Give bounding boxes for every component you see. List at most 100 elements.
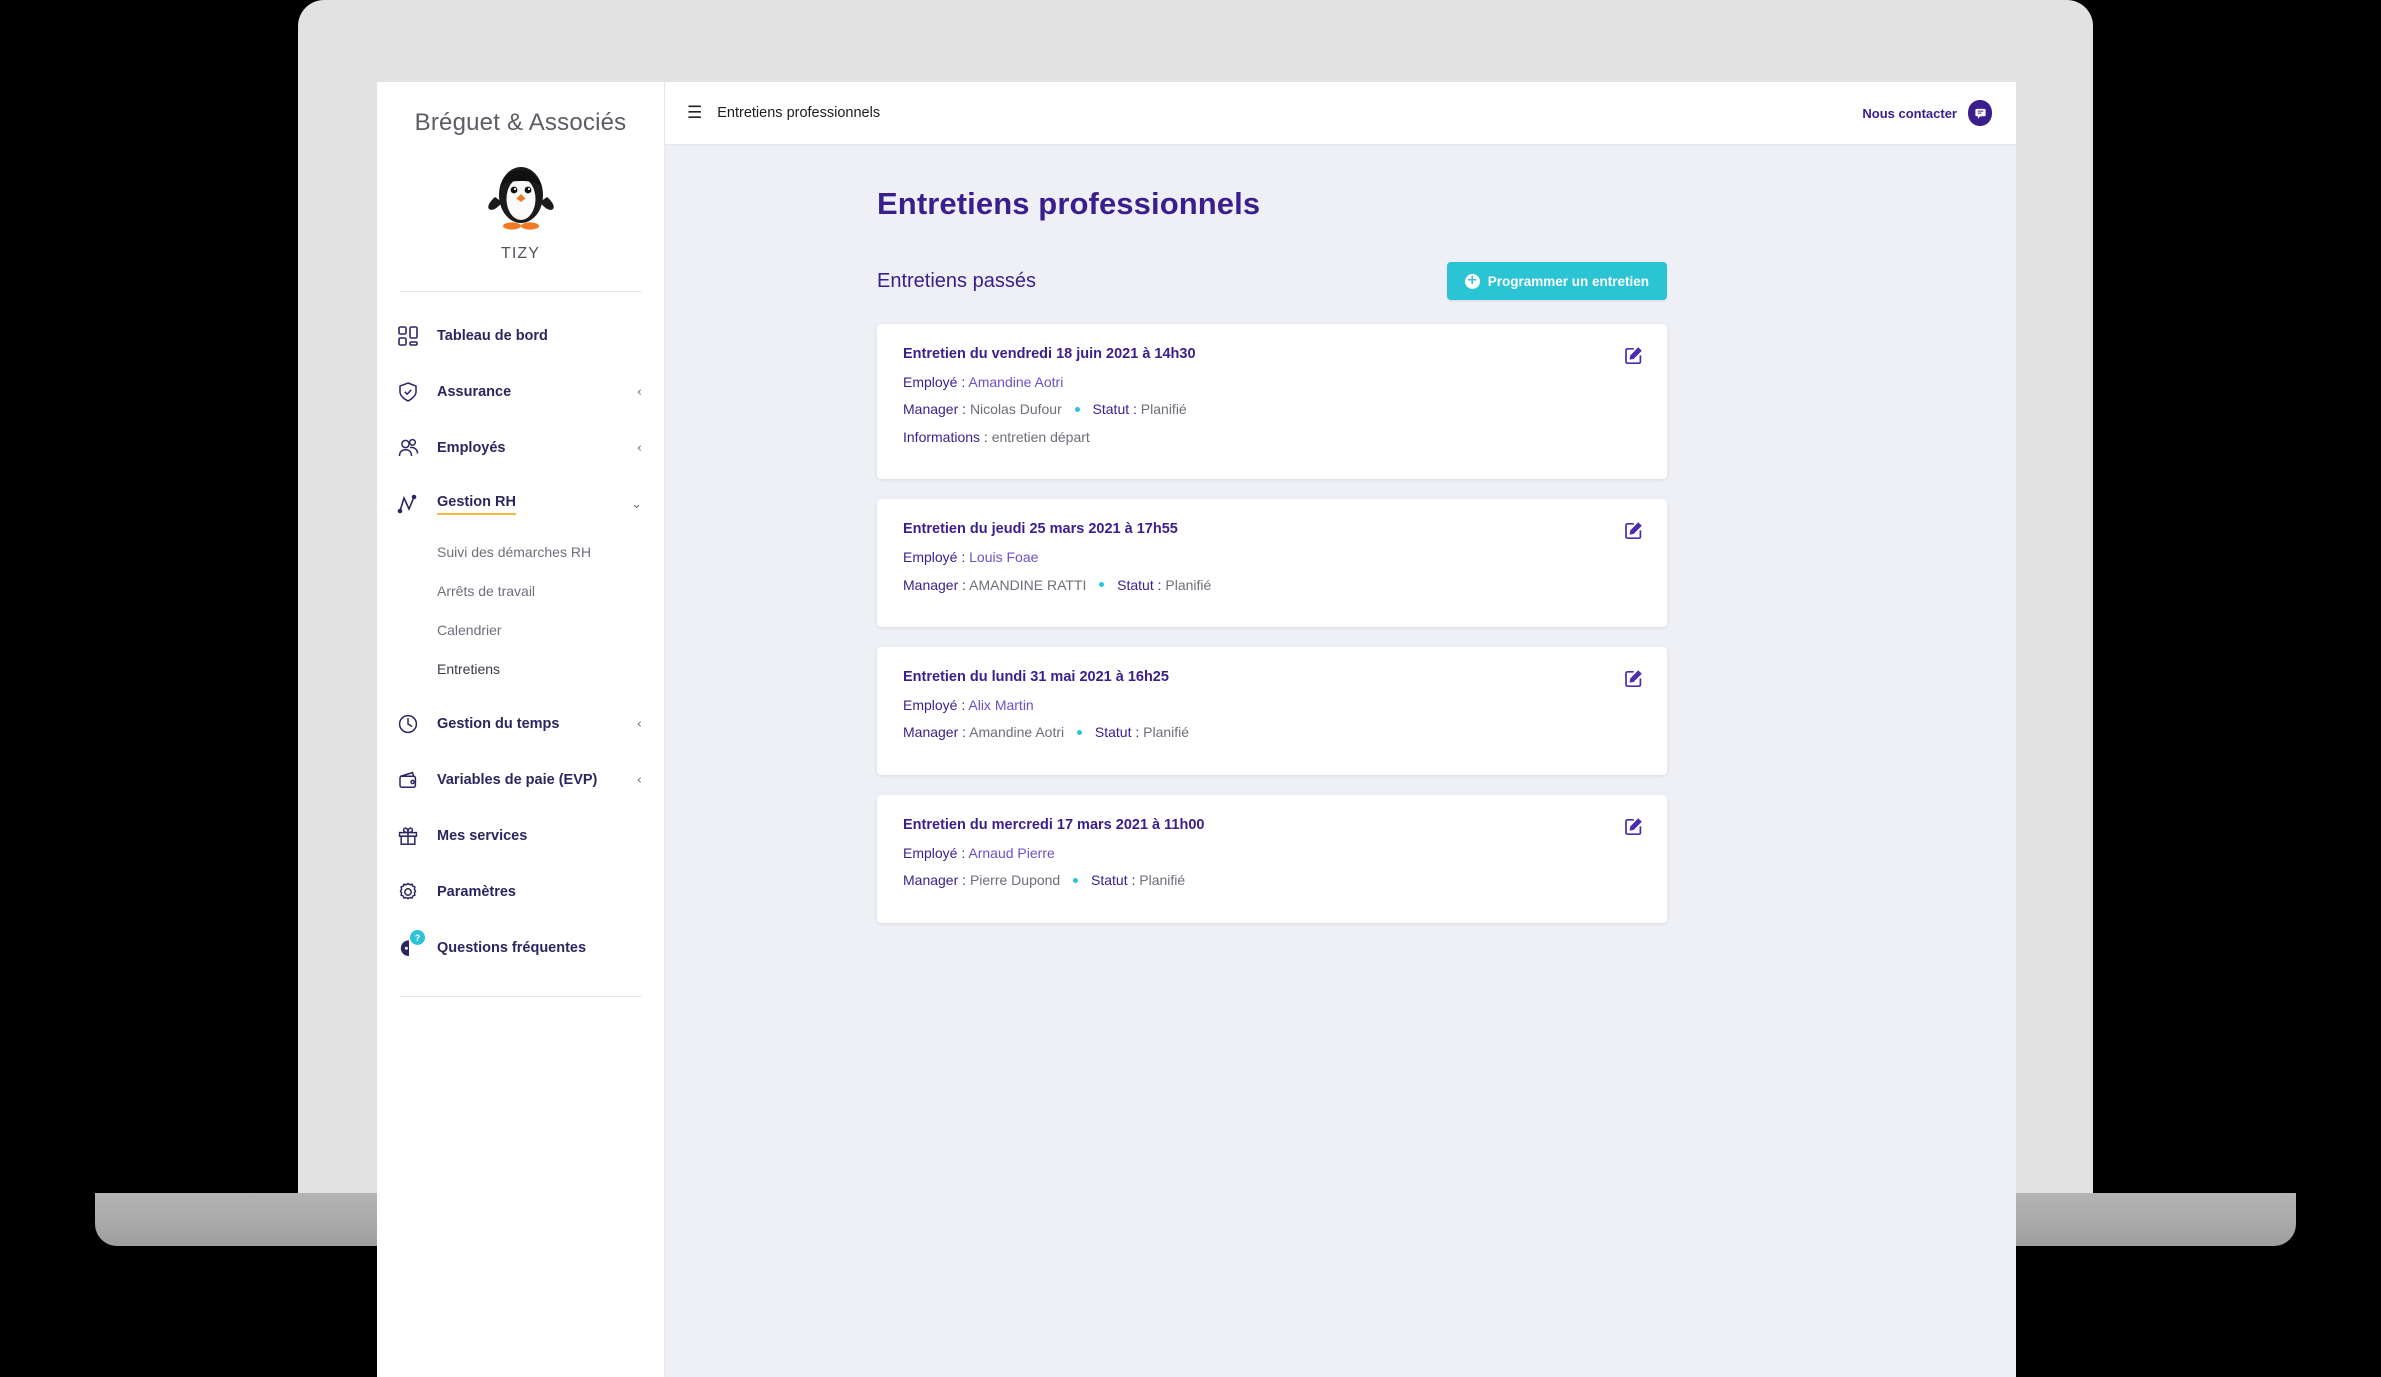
interview-card-employee-row: Employé : Amandine Aotri (903, 374, 1641, 390)
sidebar-item-label: Gestion RH (437, 494, 516, 515)
interview-card[interactable]: Entretien du lundi 31 mai 2021 à 16h25 E… (877, 646, 1667, 775)
page-title: Entretiens professionnels (877, 186, 1261, 221)
interview-card-employee-row: Employé : Louis Foae (903, 549, 1641, 566)
status-value: Planifié (1165, 576, 1212, 593)
employee-name[interactable]: Amandine Aotri (968, 374, 1063, 390)
info-label: Informations : (903, 428, 988, 445)
sidebar-divider (399, 291, 642, 292)
sidebar-nav: Tableau de bord Assurance ‹ Employés ‹ G… (377, 308, 664, 997)
separator-dot (1077, 730, 1083, 736)
brand-title: Bréguet & Associés (414, 109, 627, 136)
separator-dot (1073, 877, 1079, 883)
shield-check-icon (395, 379, 421, 405)
manager-label: Manager : (903, 724, 967, 741)
schedule-interview-button[interactable]: + Programmer un entretien (1446, 262, 1667, 300)
chevron-left-icon[interactable]: ‹ (637, 386, 642, 399)
penguin-logo-icon (487, 167, 554, 230)
edit-pencil-icon[interactable] (1623, 667, 1645, 689)
wallet-icon (395, 767, 421, 793)
sidebar-item-gestion-du-temps[interactable]: Gestion du temps ‹ (377, 696, 664, 752)
hamburger-menu-icon[interactable]: ☰ (687, 104, 702, 122)
status-label: Statut : (1092, 401, 1137, 418)
status-label: Statut : (1094, 724, 1140, 741)
manager-label: Manager : (903, 401, 967, 418)
interview-card-title: Entretien du lundi 31 mai 2021 à 16h25 (903, 668, 1169, 685)
employee-name[interactable]: Alix Martin (968, 697, 1033, 713)
sidebar-divider-bottom (399, 996, 642, 997)
sidebar-item-tableau-de-bord[interactable]: Tableau de bord (377, 308, 664, 364)
interview-card-manager-row: Manager : Amandine Aotri Statut : Planif… (903, 725, 1641, 740)
status-label: Statut : (1117, 576, 1162, 593)
sidebar-item-variables-de-paie[interactable]: Variables de paie (EVP) ‹ (377, 752, 664, 808)
interview-card-manager-row: Manager : AMANDINE RATTI Statut : Planif… (903, 576, 1641, 593)
topbar: ☰ Entretiens professionnels Nous contact… (665, 82, 2016, 144)
sidebar-item-assurance[interactable]: Assurance ‹ (377, 364, 664, 420)
sidebar-item-label: Assurance (437, 384, 512, 400)
contact-us-button[interactable]: Nous contacter (1862, 100, 1992, 126)
chat-bubble-icon (1968, 100, 1992, 126)
sidebar-item-mes-services[interactable]: Mes services (377, 808, 664, 864)
gear-icon (395, 879, 421, 905)
edit-pencil-icon[interactable] (1623, 344, 1645, 366)
notification-badge: ? (410, 930, 425, 945)
interview-card-title: Entretien du vendredi 18 juin 2021 à 14h… (903, 346, 1196, 362)
edit-pencil-icon[interactable] (1623, 815, 1645, 837)
employee-name[interactable]: Arnaud Pierre (968, 845, 1054, 861)
separator-dot (1074, 407, 1080, 413)
sidebar-item-label: Tableau de bord (437, 328, 548, 344)
interview-card[interactable]: Entretien du jeudi 25 mars 2021 à 17h55 … (877, 499, 1667, 627)
chevron-down-icon[interactable]: ⌄ (631, 498, 642, 511)
interview-card[interactable]: Entretien du mercredi 17 mars 2021 à 11h… (877, 794, 1667, 923)
separator-dot (1099, 582, 1105, 588)
employee-name[interactable]: Louis Foae (969, 549, 1038, 565)
gift-icon (395, 823, 421, 849)
sidebar-item-label: Mes services (437, 828, 528, 844)
contact-us-label: Nous contacter (1862, 105, 1957, 121)
sidebar-item-employes[interactable]: Employés ‹ (377, 420, 664, 476)
employee-label: Employé : (903, 374, 966, 390)
subitem-label: Arrêts de travail (437, 582, 536, 599)
sidebar-item-questions-frequentes[interactable]: ? Questions fréquentes (377, 920, 664, 976)
manager-label: Manager : (903, 576, 967, 593)
sidebar: Bréguet & Associés TIZY Tableau de bord … (377, 82, 665, 1377)
sidebar-item-label: Variables de paie (EVP) (437, 772, 598, 788)
sidebar-item-label: Paramètres (437, 884, 516, 900)
status-value: Planifié (1140, 401, 1187, 418)
main-content: Entretiens professionnels Entretiens pas… (665, 144, 2016, 1377)
topbar-title: Entretiens professionnels (717, 105, 881, 121)
sidebar-item-parametres[interactable]: Paramètres (377, 864, 664, 920)
status-value: Planifié (1139, 872, 1186, 889)
penguin-logo (377, 157, 664, 235)
employee-label: Employé : (903, 549, 966, 566)
sidebar-item-label: Gestion du temps (437, 716, 560, 732)
interview-card[interactable]: Entretien du vendredi 18 juin 2021 à 14h… (877, 324, 1667, 480)
manager-label: Manager : (903, 872, 967, 889)
manager-name: Nicolas Dufour (969, 401, 1062, 418)
brand-subtitle: TIZY (500, 245, 541, 262)
interview-card-title: Entretien du mercredi 17 mars 2021 à 11h… (903, 816, 1205, 833)
sidebar-item-gestion-rh[interactable]: Gestion RH ⌄ (377, 476, 664, 532)
manager-name: Pierre Dupond (969, 872, 1061, 889)
content-inner: Entretiens professionnels Entretiens pas… (877, 144, 1667, 923)
dashboard-icon (395, 323, 421, 349)
interview-card-employee-row: Employé : Arnaud Pierre (903, 845, 1641, 861)
chevron-left-icon[interactable]: ‹ (637, 442, 642, 455)
chevron-left-icon[interactable]: ‹ (637, 774, 642, 787)
interview-card-employee-row: Employé : Alix Martin (903, 696, 1641, 713)
sidebar-subitem-suivi-des-demarches-rh[interactable]: Suivi des démarches RH (377, 532, 664, 571)
info-value: entretien départ (991, 428, 1090, 445)
sidebar-subitem-entretiens[interactable]: Entretiens (377, 649, 664, 688)
chevron-left-icon[interactable]: ‹ (637, 718, 642, 731)
employee-label: Employé : (903, 696, 966, 713)
sidebar-subitem-arrets-de-travail[interactable]: Arrêts de travail (377, 571, 664, 610)
sidebar-subitem-calendrier[interactable]: Calendrier (377, 610, 664, 649)
section-header: Entretiens passés + Programmer un entret… (877, 262, 1667, 300)
manager-name: AMANDINE RATTI (969, 576, 1087, 593)
edit-pencil-icon[interactable] (1623, 519, 1645, 541)
clock-icon (395, 711, 421, 737)
subitem-label: Suivi des démarches RH (437, 543, 592, 560)
interview-card-manager-row: Manager : Nicolas Dufour Statut : Planif… (903, 402, 1641, 417)
status-label: Statut : (1091, 872, 1136, 889)
app-screen: Bréguet & Associés TIZY Tableau de bord … (377, 82, 2016, 1377)
subitem-label: Entretiens (437, 660, 501, 677)
